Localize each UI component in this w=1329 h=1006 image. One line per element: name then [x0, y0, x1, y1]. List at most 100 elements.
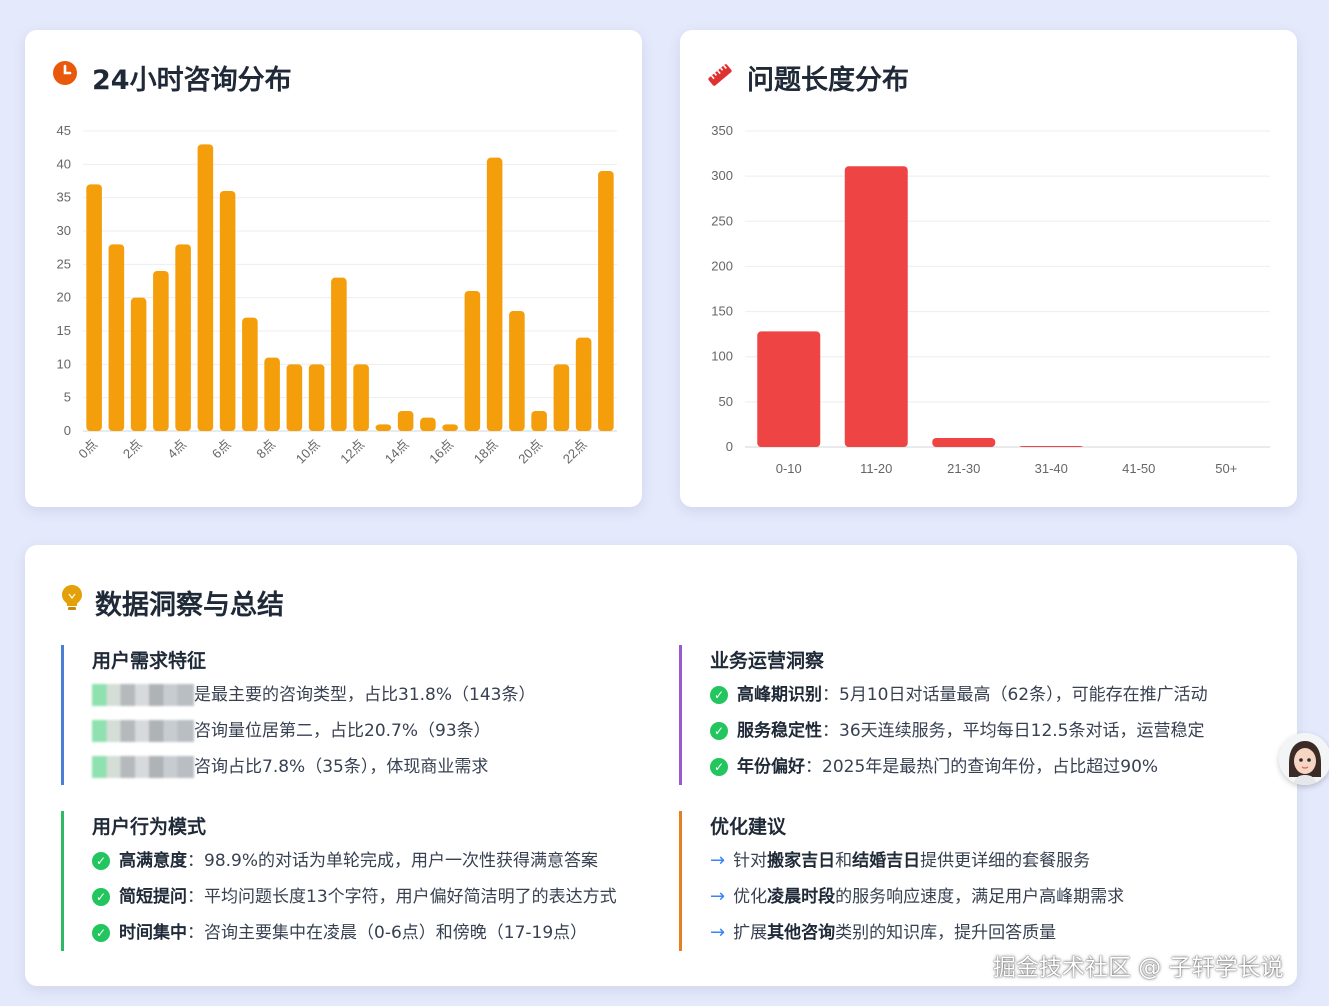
- check-circle-icon: ✓: [92, 924, 110, 942]
- bar: [844, 166, 908, 447]
- x-tick-label: 41-50: [1122, 461, 1155, 476]
- redacted-text: [92, 720, 194, 742]
- y-tick-label: 50: [719, 394, 733, 409]
- bar: [932, 437, 996, 447]
- list-item: → 优化 凌晨时段 的服务响应速度，满足用户高峰期需求: [710, 879, 1270, 915]
- y-tick-label: 300: [711, 168, 733, 183]
- arrow-right-icon: →: [710, 850, 726, 871]
- arrow-right-icon: →: [710, 922, 726, 943]
- bar: [509, 311, 525, 431]
- list-item: ✓ 服务稳定性 ：36天连续服务，平均每日12.5条对话，运营稳定: [710, 713, 1270, 749]
- x-tick-label: 11-20: [860, 461, 892, 476]
- section-operations: 业务运营洞察 ✓ 高峰期识别 ：5月10日对话量最高（62条），可能存在推广活动 ✓…: [679, 645, 1270, 785]
- section-title: 用户需求特征: [92, 650, 207, 672]
- bar: [308, 364, 325, 431]
- x-tick-label: 10点: [293, 437, 323, 467]
- bar: [598, 171, 614, 431]
- x-tick-label: 6点: [209, 437, 234, 462]
- y-tick-label: 0: [726, 439, 733, 454]
- x-tick-label: 14点: [382, 437, 412, 467]
- list-item: ✓ 高满意度 ：98.9%的对话为单轮完成，用户一次性获得满意答案: [92, 843, 652, 879]
- watermark: 掘金技术社区 @ 子轩学长说: [993, 955, 1284, 981]
- y-tick-label: 20: [57, 290, 71, 305]
- list-item: ✓ 时间集中 ：咨询主要集中在凌晨（0-6点）和傍晚（17-19点）: [92, 915, 652, 951]
- bar: [531, 411, 547, 431]
- check-circle-icon: ✓: [92, 888, 110, 906]
- bar: [264, 357, 280, 431]
- y-tick-label: 10: [57, 356, 71, 371]
- list-item: 咨询占比7.8%（35条），体现商业需求: [92, 749, 652, 785]
- redacted-text: [92, 756, 194, 778]
- bar: [397, 411, 414, 431]
- bar: [486, 157, 503, 431]
- arrow-right-icon: →: [710, 886, 726, 907]
- check-circle-icon: ✓: [710, 722, 728, 740]
- check-circle-icon: ✓: [710, 686, 728, 704]
- x-tick-label: 50+: [1215, 461, 1237, 476]
- length-bar-chart: 0 50 100 150 200 250 300 350 0-10 11-20 21-30 31-40…: [711, 123, 1270, 476]
- bar: [153, 271, 169, 431]
- length-chart-card: 问题长度分布 0 50 100 150 200 250 300 350 0-10 11-20 21-…: [680, 30, 1297, 507]
- section-title: 业务运营洞察: [710, 650, 825, 672]
- x-tick-label: 21-30: [947, 461, 980, 476]
- y-tick-label: 45: [57, 123, 71, 138]
- bar: [130, 297, 147, 431]
- list-item: 咨询量位居第二，占比20.7%（93条）: [92, 713, 652, 749]
- y-tick-label: 100: [711, 349, 733, 364]
- check-circle-icon: ✓: [92, 852, 110, 870]
- hourly-chart-card: 24小时咨询分布 0 5 10 15 20 25 30 35 40 45 0点 2点 4点 6点 8点 10点…: [25, 30, 642, 507]
- x-tick-label: 16点: [426, 437, 456, 467]
- x-tick-label: 0-10: [776, 461, 802, 476]
- y-tick-label: 25: [57, 256, 71, 271]
- bar: [553, 364, 570, 431]
- x-tick-label: 2点: [120, 437, 145, 462]
- list-item: ✓ 高峰期识别 ：5月10日对话量最高（62条），可能存在推广活动: [710, 677, 1270, 713]
- bar: [86, 184, 102, 431]
- bar: [175, 244, 191, 431]
- bar: [575, 337, 592, 431]
- y-tick-label: 15: [57, 323, 71, 338]
- x-tick-label: 12点: [337, 437, 367, 467]
- bar: [353, 364, 369, 431]
- section-user-needs: 用户需求特征 是最主要的咨询类型，占比31.8%（143条） 咨询量位居第二，占…: [61, 645, 652, 785]
- check-circle-icon: ✓: [710, 758, 728, 776]
- y-tick-label: 30: [57, 223, 71, 238]
- x-tick-label: 18点: [471, 437, 501, 467]
- list-item: → 针对 搬家吉日和结婚吉日 提供更详细的套餐服务: [710, 843, 1270, 879]
- bar: [375, 424, 392, 431]
- y-tick-label: 35: [57, 190, 71, 205]
- y-tick-label: 5: [64, 390, 71, 405]
- y-tick-label: 150: [711, 304, 733, 319]
- x-tick-label: 0点: [75, 437, 100, 462]
- lightbulb-icon: [62, 585, 82, 610]
- hourly-bar-chart: 0 5 10 15 20 25 30 35 40 45 0点 2点 4点 6点 8点 10点 12点 14点 16点…: [57, 123, 617, 467]
- y-tick-label: 200: [711, 258, 733, 273]
- redacted-text: [92, 684, 194, 706]
- insights-card: 数据洞察与总结 用户需求特征 是最主要的咨询类型，占比31.8%（143条） 咨…: [25, 545, 1297, 986]
- bar: [197, 144, 214, 431]
- y-tick-label: 40: [57, 156, 71, 171]
- x-tick-label: 4点: [164, 437, 189, 462]
- x-tick-label: 20点: [515, 437, 545, 467]
- list-item: 是最主要的咨询类型，占比31.8%（143条）: [92, 677, 652, 713]
- bar: [1019, 446, 1083, 447]
- bar: [331, 277, 347, 431]
- y-tick-label: 0: [64, 423, 71, 438]
- bar: [757, 331, 821, 447]
- assistant-avatar[interactable]: [1279, 733, 1329, 785]
- insights-title: 数据洞察与总结: [95, 590, 284, 621]
- list-item: → 扩展 其他咨询 类别的知识库，提升回答质量: [710, 915, 1270, 951]
- bar: [286, 364, 303, 431]
- bar: [464, 291, 481, 431]
- bar: [420, 417, 436, 431]
- section-title: 用户行为模式: [92, 816, 207, 838]
- x-tick-label: 22点: [560, 437, 590, 467]
- avatar-face-icon: [1279, 733, 1329, 785]
- section-user-behavior: 用户行为模式 ✓ 高满意度 ：98.9%的对话为单轮完成，用户一次性获得满意答案 ✓…: [61, 811, 652, 951]
- y-tick-label: 250: [711, 213, 733, 228]
- list-item: ✓ 年份偏好 ：2025年是最热门的查询年份，占比超过90%: [710, 749, 1270, 785]
- x-tick-label: 31-40: [1035, 461, 1068, 476]
- section-title: 优化建议: [710, 816, 787, 838]
- bar: [442, 424, 458, 431]
- x-tick-label: 8点: [253, 437, 278, 462]
